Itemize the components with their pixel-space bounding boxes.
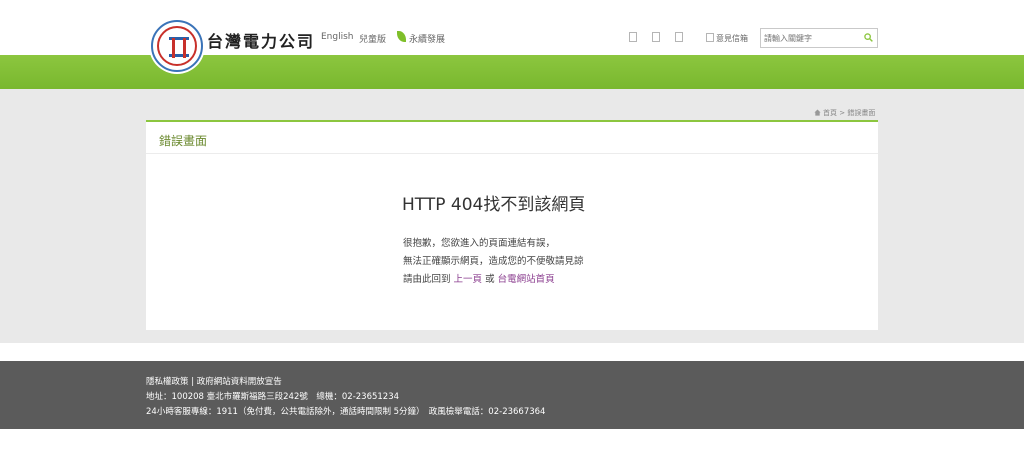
breadcrumb-home-link[interactable]: 首頁: [823, 109, 837, 117]
breadcrumb-separator: >: [839, 109, 846, 117]
search-box: [760, 28, 878, 48]
error-message-line2: 無法正確顯示網頁，造成您的不便敬請見諒: [403, 256, 584, 267]
logo-post-right: [183, 38, 186, 58]
header-green-band: [0, 55, 1024, 89]
open-data-link[interactable]: 政府網站資料開放宣告: [197, 377, 282, 387]
error-message-line3: 請由此回到 上一頁 或 台電網站首頁: [403, 271, 555, 285]
card-title: 錯誤畫面: [159, 134, 208, 148]
breadcrumb: 首頁 > 錯誤畫面: [814, 108, 875, 118]
nav-sustainability-link[interactable]: 永續發展: [409, 32, 445, 45]
brand-name[interactable]: 台灣電力公司: [207, 28, 315, 52]
footer-links: 隱私權政策 | 政府網站資料開放宣告: [146, 375, 282, 387]
home-page-link[interactable]: 台電網站首頁: [498, 274, 555, 285]
breadcrumb-current: 錯誤畫面: [847, 109, 876, 117]
home-icon: [814, 109, 821, 116]
line3-prefix: 請由此回到: [403, 274, 451, 285]
footer-address: 地址：100208 臺北市羅斯福路三段242號 總機：02-23651234: [146, 392, 400, 402]
privacy-policy-link[interactable]: 隱私權政策: [146, 377, 189, 387]
search-icon[interactable]: [864, 33, 873, 42]
toolbar-icon-2[interactable]: [652, 32, 660, 42]
footer-separator: |: [191, 377, 195, 387]
taipower-logo-icon[interactable]: [151, 20, 203, 72]
logo-ring: [157, 26, 197, 66]
nav-english-link[interactable]: English: [321, 32, 354, 42]
nav-kids-link[interactable]: 兒童版: [359, 32, 386, 45]
mail-icon[interactable]: [706, 33, 714, 42]
error-card: 錯誤畫面 HTTP 404找不到該網頁 很抱歉，您欲進入的頁面連結有誤， 無法正…: [146, 120, 878, 330]
error-message-line1: 很抱歉，您欲進入的頁面連結有誤，: [403, 238, 556, 249]
card-header: 錯誤畫面: [146, 122, 878, 154]
logo-post-left: [172, 38, 175, 58]
or-text: 或: [485, 274, 495, 285]
error-title: HTTP 404找不到該網頁: [402, 195, 586, 215]
feedback-link[interactable]: 意見信箱: [716, 33, 748, 44]
toolbar-icon-3[interactable]: [675, 32, 683, 42]
back-link[interactable]: 上一頁: [454, 274, 483, 285]
site-footer: 隱私權政策 | 政府網站資料開放宣告 地址：100208 臺北市羅斯福路三段24…: [0, 361, 1024, 429]
toolbar-icon-1[interactable]: [629, 32, 637, 42]
footer-hotline: 24小時客服專線：1911（免付費，公共電話除外，通話時間限制 5分鐘） 政風檢…: [146, 407, 546, 417]
search-input[interactable]: [764, 32, 856, 44]
